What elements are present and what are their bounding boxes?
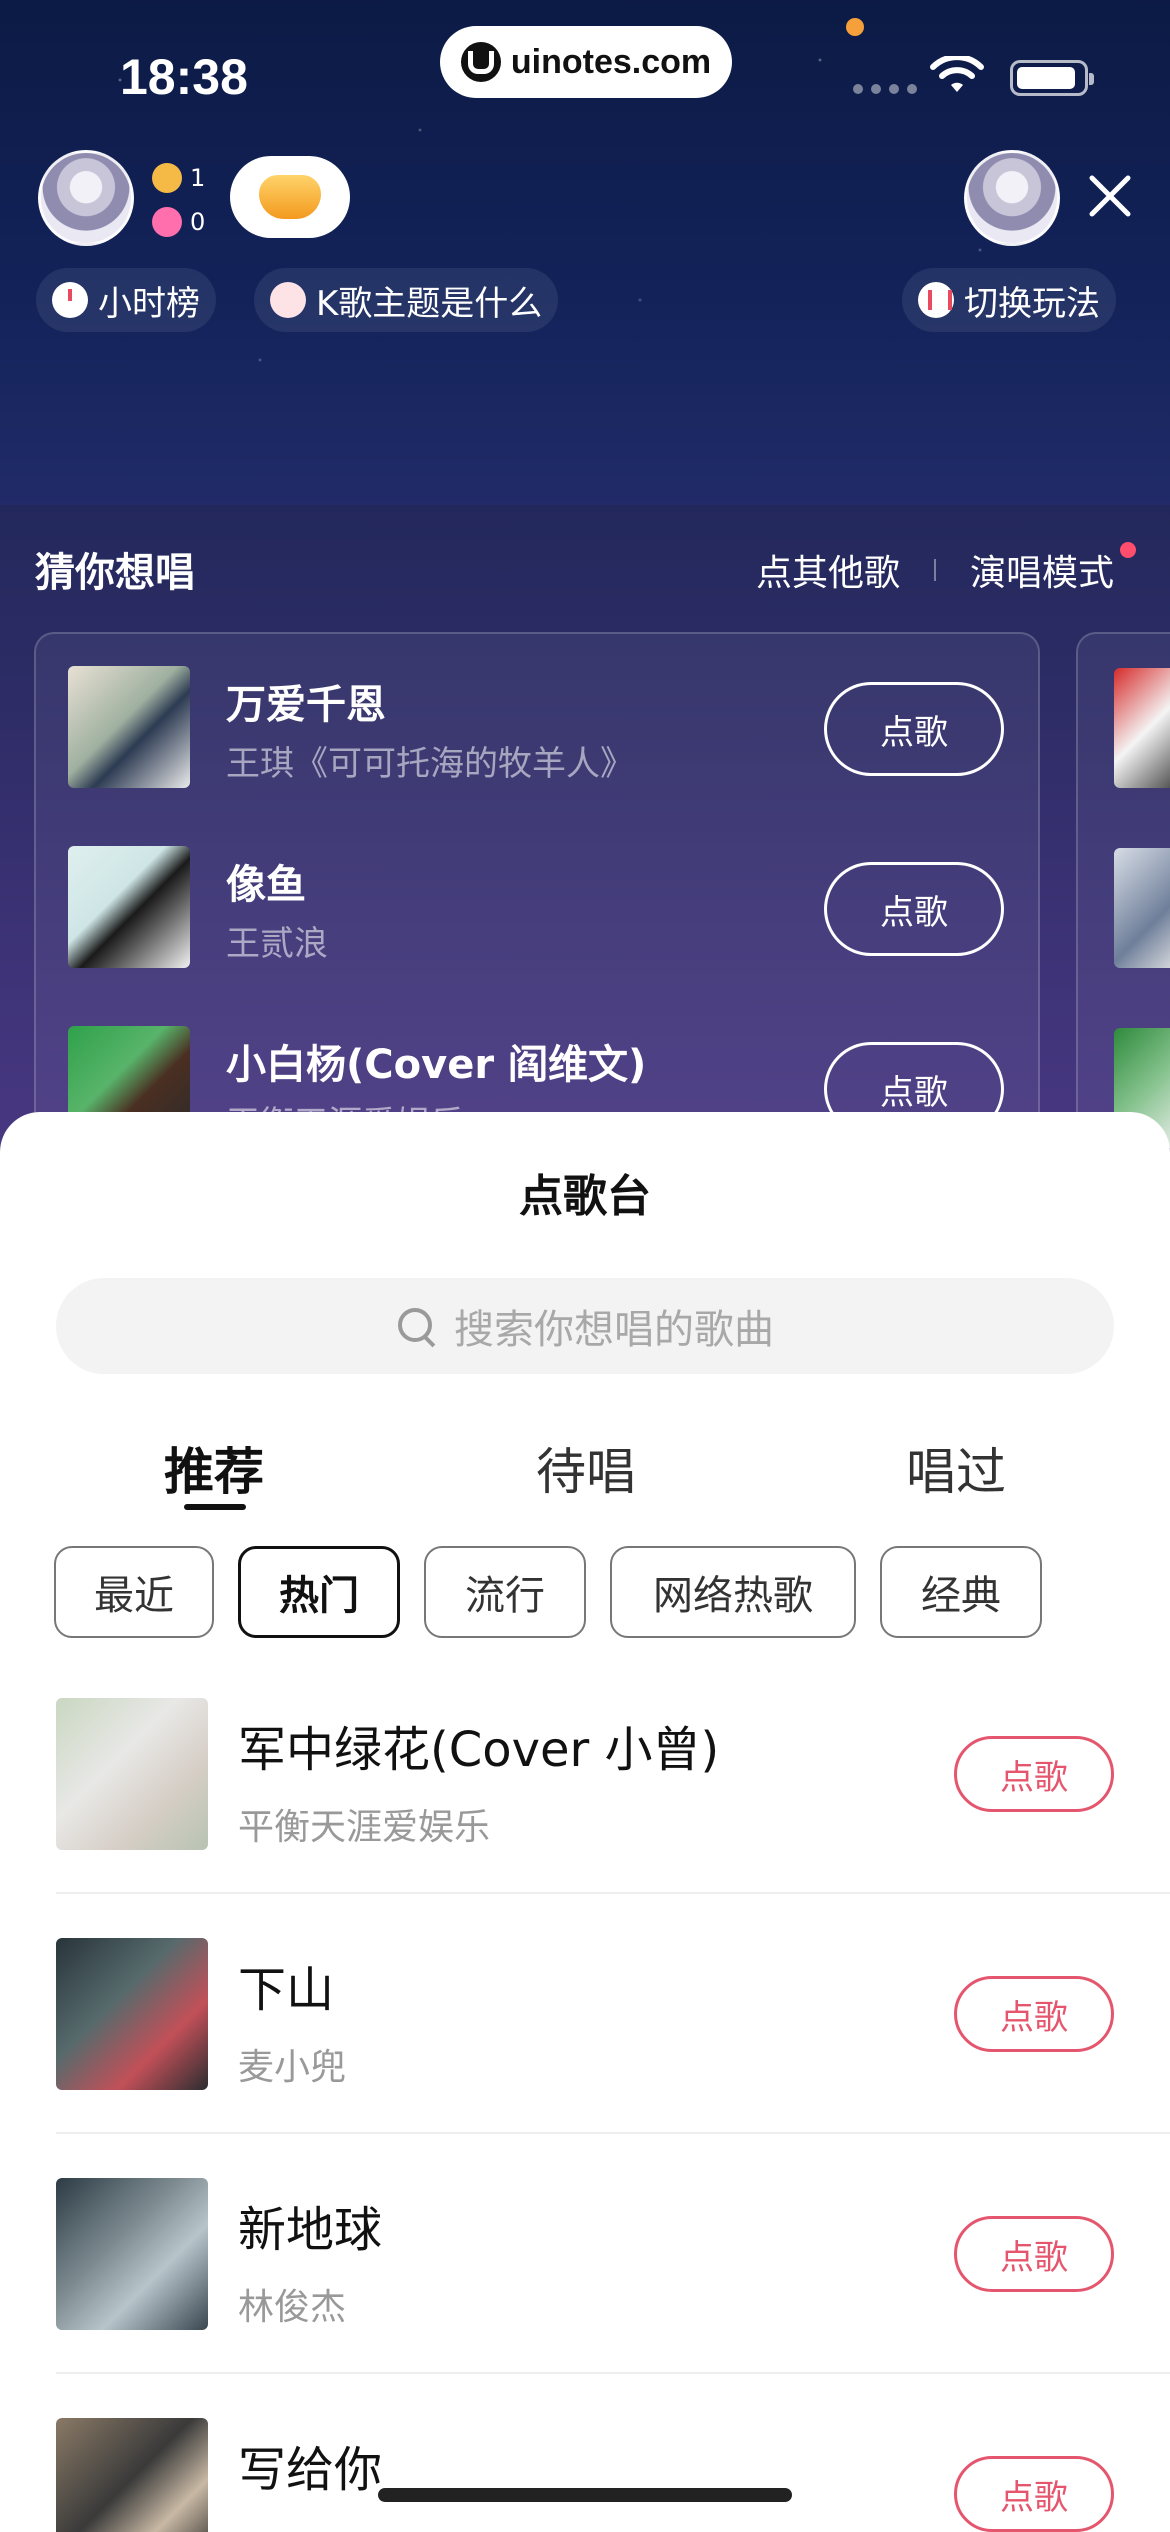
status-bar: 18:38 uinotes.com [0,0,1170,150]
filter-pop[interactable]: 流行 [424,1546,586,1638]
album-cover [56,1698,208,1850]
row-divider [56,2372,1170,2374]
other-songs-link[interactable]: 点其他歌 [756,544,900,596]
list-item: 新地球 林俊杰 点歌 [56,2178,1170,2418]
row-divider [56,2132,1170,2134]
guess-title: 猜你想唱 [35,550,195,596]
song-name: 小白杨(Cover 阎维文) [226,1042,647,1088]
song-name: 新地球 [238,2202,383,2258]
tab-to-sing[interactable]: 待唱 [536,1432,636,1504]
user-count: 1 [190,164,206,192]
guess-song-item: 万爱千恩 王琪《可可托海的牧羊人》 点歌 [68,666,1008,788]
filter-recent[interactable]: 最近 [54,1546,214,1638]
song-artist: 麦小兜 [238,2047,347,2088]
perform-mode-link[interactable]: 演唱模式 [970,544,1114,596]
guest-avatar[interactable] [964,150,1060,246]
close-icon[interactable] [1082,168,1138,224]
list-item: 军中绿花(Cover 小曾) 平衡天涯爱娱乐 点歌 [56,1698,1170,1938]
song-artist: 平衡天涯爱娱乐 [238,1807,491,1848]
list-item: 写给你 点歌 [56,2418,1170,2532]
notification-dot-icon [1120,542,1136,558]
recording-indicator-icon [846,18,864,36]
search-input[interactable]: 搜索你想唱的歌曲 [56,1278,1114,1374]
battery-icon [1010,60,1094,96]
filter-classic[interactable]: 经典 [880,1546,1042,1638]
topic-chip[interactable]: K歌主题是什么 [254,268,559,332]
album-cover [56,1938,208,2090]
switch-mode-chip[interactable]: 切换玩法 [902,268,1116,332]
song-name: 万爱千恩 [226,682,386,728]
filter-hot[interactable]: 热门 [238,1546,400,1638]
guess-song-item: 像鱼 王贰浪 点歌 [68,846,1008,968]
filter-internet-hits[interactable]: 网络热歌 [610,1546,856,1638]
cellular-signal-icon [853,84,917,94]
tab-recommended[interactable]: 推荐 [164,1432,264,1504]
request-song-button[interactable]: 点歌 [824,862,1004,956]
song-artist: 王贰浪 [226,924,328,964]
album-cover [56,2418,208,2532]
active-tab-indicator [184,1504,246,1510]
room-stats: 1 0 [152,156,205,244]
sheet-title: 点歌台 [519,1171,651,1222]
microphone-icon [270,282,306,318]
album-cover [68,666,190,788]
song-artist: 王琪《可可托海的牧羊人》 [226,744,634,784]
hour-rank-label: 小时榜 [98,283,200,324]
song-name: 下山 [238,1962,335,2018]
search-placeholder: 搜索你想唱的歌曲 [454,1307,774,1353]
guess-actions: 点其他歌 演唱模式 [756,544,1114,596]
request-song-button[interactable]: 点歌 [954,1736,1114,1812]
song-name: 像鱼 [226,862,306,908]
song-name: 军中绿花(Cover 小曾) [238,1722,720,1778]
url-pill[interactable]: uinotes.com [440,26,732,98]
site-logo-icon [460,42,501,82]
status-time: 18:38 [120,49,248,105]
row-divider [56,1892,1170,1894]
album-cover [56,2178,208,2330]
wifi-icon [930,56,984,92]
switch-mode-label: 切换玩法 [964,283,1100,324]
song-request-sheet: 点歌台 搜索你想唱的歌曲 推荐 待唱 唱过 最近 热门 流行 网络热歌 经典 军… [0,1112,1170,2532]
search-icon [396,1306,436,1346]
album-cover [1114,848,1170,968]
tab-bar: 推荐 待唱 唱过 [0,1432,1170,1532]
list-item: 下山 麦小兜 点歌 [56,1938,1170,2178]
heart-count-icon [152,207,182,237]
request-song-button[interactable]: 点歌 [954,2456,1114,2532]
golden-heart-icon [259,175,321,219]
request-song-button[interactable]: 点歌 [954,1976,1114,2052]
switch-icon [918,282,954,318]
tab-sung[interactable]: 唱过 [906,1432,1006,1504]
url-text: uinotes.com [510,42,712,81]
user-count-icon [152,163,182,193]
home-indicator [378,2488,792,2502]
album-cover [1114,668,1170,788]
song-name: 写给你 [238,2442,383,2498]
song-artist: 林俊杰 [238,2287,347,2328]
topic-label: K歌主题是什么 [316,283,543,324]
clock-icon [52,282,88,318]
divider [933,559,936,581]
album-cover [68,846,190,968]
request-song-button[interactable]: 点歌 [954,2216,1114,2292]
host-avatar[interactable] [38,150,134,246]
like-count: 0 [190,208,206,236]
hour-rank-chip[interactable]: 小时榜 [36,268,216,332]
follow-heart-button[interactable] [230,156,350,238]
request-song-button[interactable]: 点歌 [824,682,1004,776]
